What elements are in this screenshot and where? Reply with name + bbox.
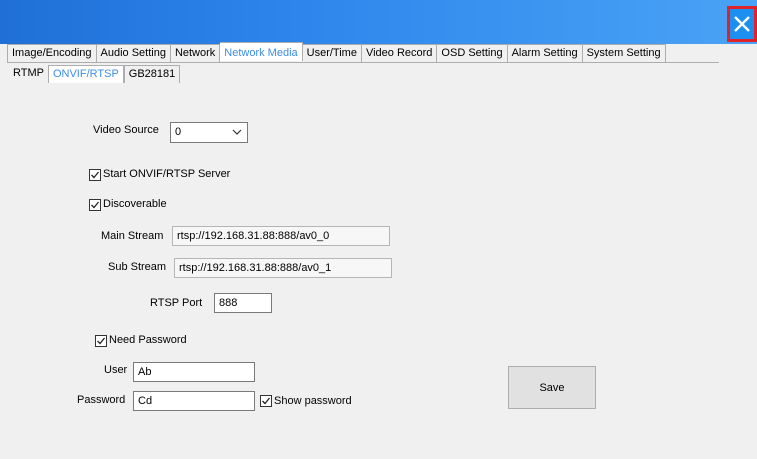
- discoverable-label: Discoverable: [103, 198, 167, 210]
- top-tab-bar: Image/Encoding Audio Setting Network Net…: [7, 42, 719, 63]
- sub-stream-label: Sub Stream: [108, 261, 167, 273]
- discoverable-checkbox[interactable]: [89, 199, 101, 211]
- tab-alarm-setting[interactable]: Alarm Setting: [507, 44, 583, 62]
- checkmark-icon: [262, 397, 271, 405]
- start-server-label: Start ONVIF/RTSP Server: [103, 168, 231, 180]
- subtab-gb28181[interactable]: GB28181: [123, 65, 181, 83]
- tab-audio-setting[interactable]: Audio Setting: [96, 44, 171, 62]
- main-stream-label: Main Stream: [101, 230, 164, 242]
- tab-user-time[interactable]: User/Time: [302, 44, 362, 62]
- need-password-checkbox[interactable]: [95, 335, 107, 347]
- show-password-checkbox[interactable]: [260, 395, 272, 407]
- show-password-label: Show password: [274, 395, 352, 407]
- video-source-select[interactable]: 0: [170, 122, 248, 143]
- close-icon: [734, 16, 750, 32]
- password-field[interactable]: Cd: [133, 391, 255, 411]
- title-bar: [0, 0, 757, 44]
- sub-tab-bar: RTMP ONVIF/RTSP GB28181: [9, 65, 181, 83]
- save-button[interactable]: Save: [508, 366, 596, 409]
- checkmark-icon: [91, 171, 100, 179]
- tab-system-setting[interactable]: System Setting: [582, 44, 666, 62]
- password-label: Password: [77, 394, 126, 406]
- close-button[interactable]: [727, 6, 757, 42]
- tab-image-encoding[interactable]: Image/Encoding: [7, 44, 97, 62]
- tab-osd-setting[interactable]: OSD Setting: [437, 44, 508, 62]
- need-password-label: Need Password: [109, 334, 187, 346]
- video-source-value: 0: [175, 126, 182, 138]
- user-field[interactable]: Ab: [133, 362, 255, 382]
- chevron-down-icon: [232, 129, 242, 135]
- main-stream-field[interactable]: rtsp://192.168.31.88:888/av0_0: [172, 226, 390, 246]
- subtab-rtmp[interactable]: RTMP: [9, 65, 48, 82]
- start-server-checkbox[interactable]: [89, 169, 101, 181]
- tab-video-record[interactable]: Video Record: [361, 44, 438, 62]
- subtab-onvif-rtsp[interactable]: ONVIF/RTSP: [47, 65, 124, 83]
- tab-network[interactable]: Network: [170, 44, 221, 62]
- user-label: User: [104, 364, 128, 376]
- rtsp-port-label: RTSP Port: [150, 297, 203, 309]
- tab-network-media[interactable]: Network Media: [220, 42, 303, 61]
- sub-stream-field[interactable]: rtsp://192.168.31.88:888/av0_1: [174, 258, 392, 278]
- checkmark-icon: [97, 337, 106, 345]
- video-source-label: Video Source: [93, 124, 159, 136]
- settings-window: Image/Encoding Audio Setting Network Net…: [0, 42, 757, 459]
- checkmark-icon: [91, 201, 100, 209]
- rtsp-port-field[interactable]: 888: [214, 293, 272, 313]
